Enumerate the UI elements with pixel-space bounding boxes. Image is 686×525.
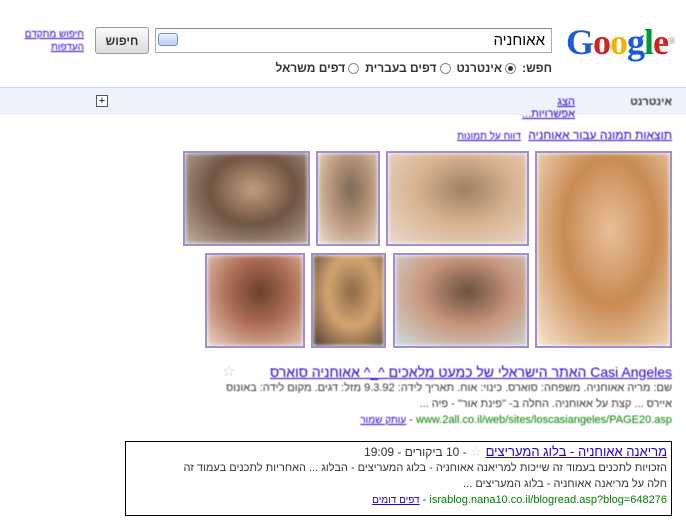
logo-letter: g [627, 22, 645, 62]
thumbnail-image [318, 153, 378, 244]
logo-letters: Google [566, 22, 669, 62]
logo-letter: G [566, 22, 594, 62]
result-meta: - 10 ביקורים - 19:09 [364, 445, 467, 459]
thumbnail-image [388, 153, 527, 244]
logo-letter: o [593, 22, 611, 62]
image-results-heading: תוצאות תמונה עבור אאוחניה דווח על תמונות [457, 128, 672, 142]
result-snippet: חלה על מריאנה אאוחניה - בלוג המעריצים ..… [463, 478, 667, 490]
result-url: israblog.nana10.co.il/blogread.asp?blog=… [429, 494, 667, 506]
result-title-link[interactable]: Casi Angeles האתר הישראלי של כמעט מלאכים… [12, 364, 672, 380]
thumbnail-image [313, 255, 384, 346]
google-logo[interactable]: Google® [566, 22, 676, 62]
image-thumbnail[interactable] [316, 151, 380, 246]
scope-label: אינטרנט [456, 61, 503, 75]
keyboard-icon[interactable] [158, 33, 178, 46]
image-thumbnail[interactable] [183, 151, 310, 246]
star-icon[interactable]: ☆ [470, 444, 482, 459]
plus-icon[interactable]: + [96, 95, 108, 107]
search-scope-options: חפש: אינטרנט דפים בעברית דפים משראל [275, 61, 552, 75]
radio-icon[interactable] [439, 62, 451, 74]
image-thumbnail[interactable] [205, 253, 305, 348]
results-bar: אינטרנט + הצג אפשרויות... [0, 87, 686, 120]
cached-link[interactable]: עותק שמור [360, 415, 406, 426]
result-title-link[interactable]: מריאנה אאוחניה - בלוג המעריצים [486, 444, 667, 459]
thumbnail-image [395, 255, 527, 346]
thumbnail-image [207, 255, 303, 346]
result-snippet: שם: מריה אאוחניה. משפחה: סוארס. כינוי: א… [226, 382, 672, 394]
trademark-mark: ® [668, 36, 676, 47]
result-url: www.2all.co.il/web/sites/loscasiangeles/… [416, 414, 672, 426]
search-options-prefix: חפש: [522, 61, 552, 75]
image-thumbnail[interactable] [311, 253, 386, 348]
similar-pages-link[interactable]: דפים דומים [372, 495, 420, 506]
show-options-link[interactable]: הצג אפשרויות... [515, 96, 575, 120]
search-result-highlighted: מריאנה אאוחניה - בלוג המעריצים ☆ - 10 בי… [125, 441, 672, 516]
scope-option-israel[interactable]: דפים משראל [275, 61, 360, 75]
thumbnail-image [537, 153, 670, 346]
scope-option-web[interactable]: אינטרנט [457, 61, 517, 75]
radio-selected-icon[interactable] [505, 62, 517, 74]
report-images-link[interactable]: דווח על תמונות [457, 131, 521, 142]
radio-icon[interactable] [348, 62, 360, 74]
image-thumbnail[interactable] [386, 151, 529, 246]
result-snippet: הזכויות לתכנים בעמוד זה שייכות למריאנה א… [183, 462, 667, 474]
thumbnail-image [185, 153, 308, 244]
logo-letter: e [653, 22, 669, 62]
image-thumbnail[interactable] [535, 151, 672, 348]
scope-option-hebrew[interactable]: דפים בעברית [365, 61, 451, 75]
logo-letter: l [644, 22, 654, 62]
advanced-search-link[interactable]: חיפוש מתקדם העדפות [24, 28, 84, 54]
scope-label: דפים בעברית [365, 61, 437, 75]
result-snippet: איירס ... קצת על אאוחניה. החלה ב- "פינת … [419, 398, 672, 410]
scope-label: דפים משראל [275, 61, 346, 75]
search-input[interactable] [155, 28, 552, 53]
image-results-link[interactable]: תוצאות תמונה עבור אאוחניה [528, 128, 672, 142]
results-bar-label: אינטרנט [630, 96, 672, 108]
image-thumbnail[interactable] [393, 253, 529, 348]
logo-letter: o [610, 22, 628, 62]
search-button[interactable]: חיפוש [95, 27, 149, 54]
search-result: Casi Angeles האתר הישראלי של כמעט מלאכים… [12, 364, 672, 429]
